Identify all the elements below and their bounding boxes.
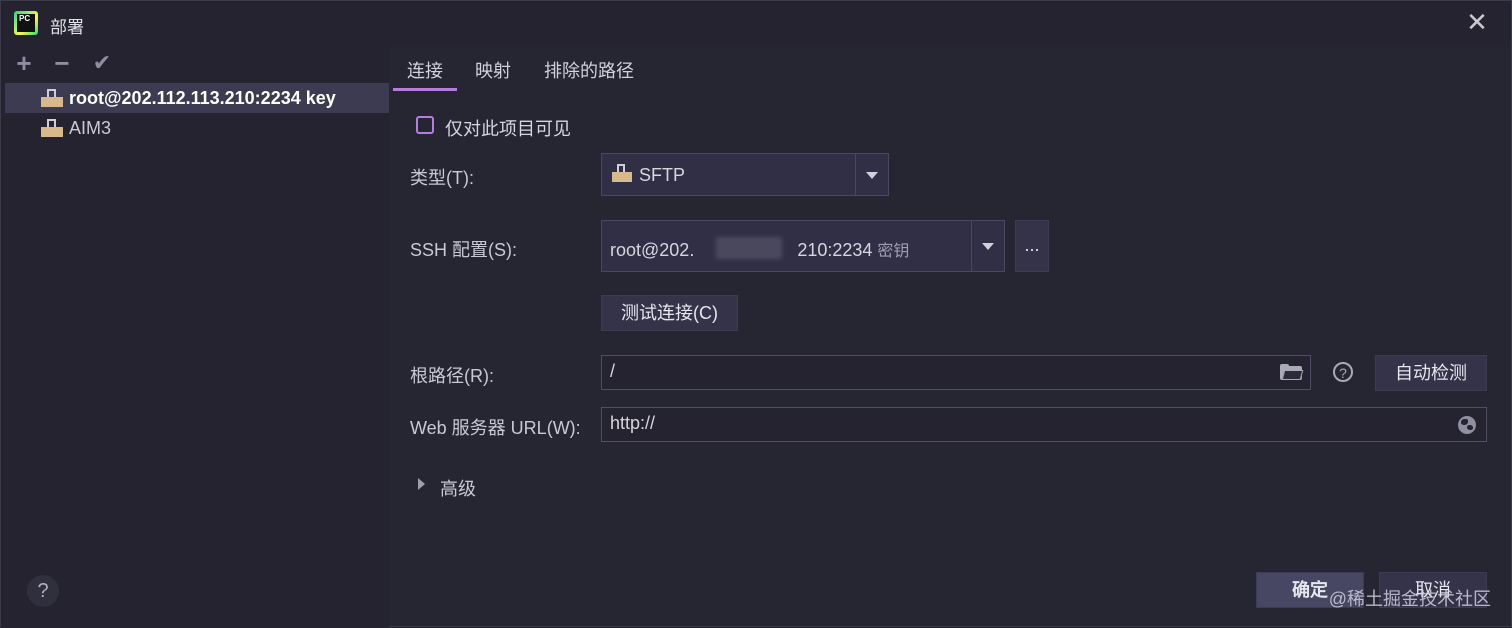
test-connection-button[interactable]: 测试连接(C) xyxy=(601,295,738,331)
tab-excluded-paths[interactable]: 排除的路径 xyxy=(544,57,634,91)
close-icon[interactable]: ✕ xyxy=(1465,9,1489,35)
server-item-label: root@202.112.113.210:2234 key xyxy=(69,88,336,108)
type-select[interactable]: SFTP xyxy=(601,153,889,196)
web-url-value: http:// xyxy=(610,413,656,433)
sftp-icon xyxy=(612,164,632,184)
ssh-key-hint: 密钥 xyxy=(877,243,910,260)
tab-mappings[interactable]: 映射 xyxy=(475,57,511,91)
web-url-label: Web 服务器 URL(W): xyxy=(410,418,581,438)
autodetect-button[interactable]: 自动检测 xyxy=(1375,355,1487,391)
connection-settings-panel: 连接 映射 排除的路径 仅对此项目可见 类型(T): SFTP SSH 配置(S… xyxy=(389,47,1512,628)
window-title: 部署 xyxy=(50,18,84,37)
expand-arrow-icon[interactable] xyxy=(418,478,425,490)
tab-bar: 连接 映射 排除的路径 xyxy=(389,47,1512,93)
add-server-button[interactable]: + xyxy=(11,49,37,77)
visible-only-checkbox[interactable] xyxy=(416,116,434,134)
chevron-down-icon xyxy=(855,154,888,195)
root-path-value: / xyxy=(610,361,616,381)
advanced-section-toggle[interactable]: 高级 xyxy=(440,475,476,501)
ssh-config-label: SSH 配置(S): xyxy=(410,240,518,260)
set-default-button[interactable]: ✔ xyxy=(89,49,115,77)
watermark: @稀土掘金技术社区 xyxy=(1328,589,1491,609)
pycharm-app-icon: PC xyxy=(14,11,38,35)
deployment-dialog: PC 部署 ✕ + − ✔ root@202.112.113.210:2234 … xyxy=(0,0,1512,628)
ssh-config-more-button[interactable]: ... xyxy=(1015,220,1049,272)
tab-connection[interactable]: 连接 xyxy=(393,57,457,91)
server-list-panel: + − ✔ root@202.112.113.210:2234 key AIM3… xyxy=(1,47,389,628)
server-item-root[interactable]: root@202.112.113.210:2234 key xyxy=(5,83,389,113)
sftp-server-icon xyxy=(41,89,63,107)
ssh-config-select[interactable]: root@202. 210:2234 密钥 xyxy=(601,220,1005,272)
sftp-server-icon xyxy=(41,119,63,137)
chevron-down-icon xyxy=(971,221,1004,271)
server-item-label: AIM3 xyxy=(69,118,112,138)
title-bar: PC 部署 ✕ xyxy=(1,1,1511,47)
help-icon[interactable]: ? xyxy=(27,575,59,607)
web-url-input[interactable]: http:// xyxy=(601,407,1487,442)
folder-open-icon[interactable] xyxy=(1280,364,1304,380)
type-value: SFTP xyxy=(639,165,686,185)
type-label: 类型(T): xyxy=(410,168,474,188)
visible-only-label: 仅对此项目可见 xyxy=(445,119,571,139)
remove-server-button[interactable]: − xyxy=(49,49,75,77)
server-item-aim3[interactable]: AIM3 xyxy=(5,113,389,143)
root-path-input[interactable]: / xyxy=(601,355,1311,390)
server-toolbar: + − ✔ xyxy=(1,47,389,81)
help-icon[interactable]: ? xyxy=(1333,362,1353,382)
root-path-label: 根路径(R): xyxy=(410,366,494,386)
redacted-area xyxy=(716,237,782,259)
globe-icon[interactable] xyxy=(1458,416,1476,434)
